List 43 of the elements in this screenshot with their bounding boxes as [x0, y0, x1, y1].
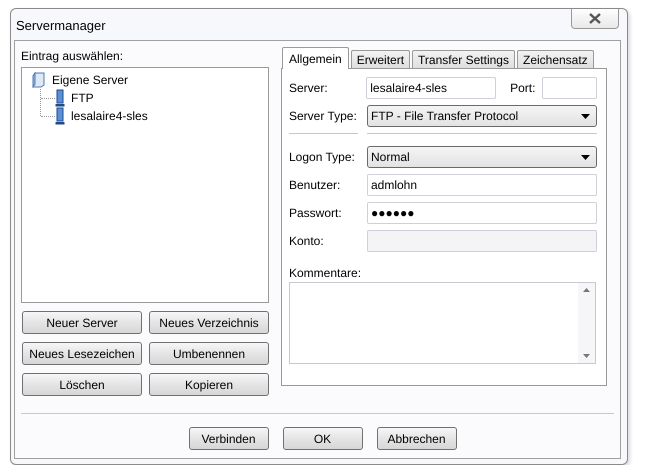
field-label: Port: [510, 81, 536, 95]
server-icon [55, 89, 65, 107]
comment-field[interactable] [289, 282, 596, 364]
folder-item[interactable]: Eigene Server [50, 73, 130, 87]
action-button[interactable]: Neuer Server [22, 311, 142, 334]
tab[interactable]: Zeichensatz [516, 50, 594, 68]
action-button[interactable]: Kopieren [149, 373, 269, 396]
action-button[interactable]: Umbenennen [149, 342, 269, 365]
dropdown[interactable]: FTP - File Transfer Protocol [367, 105, 597, 127]
field-label: Server: [289, 81, 329, 95]
dropdown[interactable]: Normal [367, 146, 597, 168]
field-label: Kommentare: [289, 266, 362, 280]
close-button[interactable] [571, 9, 619, 29]
tab[interactable]: Transfer Settings [412, 50, 515, 68]
panel-label: Eintrag auswählen: [21, 49, 124, 63]
dropdown-arrow-icon [581, 154, 590, 160]
password-field[interactable]: ●●●●●● [367, 202, 597, 224]
tab[interactable]: Erweitert [350, 50, 410, 68]
field-label: Logon Type: [289, 150, 356, 164]
input-field[interactable] [367, 230, 597, 252]
field-label: Server Type: [289, 109, 358, 123]
scroll-down-icon[interactable] [583, 354, 590, 358]
field-label: Passwort: [289, 206, 343, 220]
action-button[interactable]: Löschen [22, 373, 142, 396]
dialog-button[interactable]: Verbinden [188, 427, 268, 450]
server-item[interactable]: lesalaire4-sles [69, 109, 150, 123]
input-field[interactable]: lesalaire4-sles [366, 77, 496, 99]
server-icon [55, 107, 65, 125]
window-title: Servermanager [16, 18, 106, 33]
action-button[interactable]: Neues Verzeichnis [149, 311, 269, 334]
field-label: Konto: [289, 234, 325, 248]
folder-icon [32, 72, 46, 88]
input-field[interactable] [542, 77, 598, 99]
field-label: Benutzer: [289, 178, 342, 192]
input-field[interactable]: admlohn [367, 174, 597, 196]
close-icon [588, 13, 602, 24]
tab[interactable]: Allgemein [282, 47, 349, 69]
action-button[interactable]: Neues Lesezeichen [22, 342, 142, 365]
dialog-button[interactable]: Abbrechen [376, 427, 456, 450]
scroll-up-icon[interactable] [583, 288, 590, 292]
server-item[interactable]: FTP [69, 91, 96, 105]
dialog-button[interactable]: OK [282, 427, 362, 450]
dropdown-arrow-icon [581, 114, 590, 118]
